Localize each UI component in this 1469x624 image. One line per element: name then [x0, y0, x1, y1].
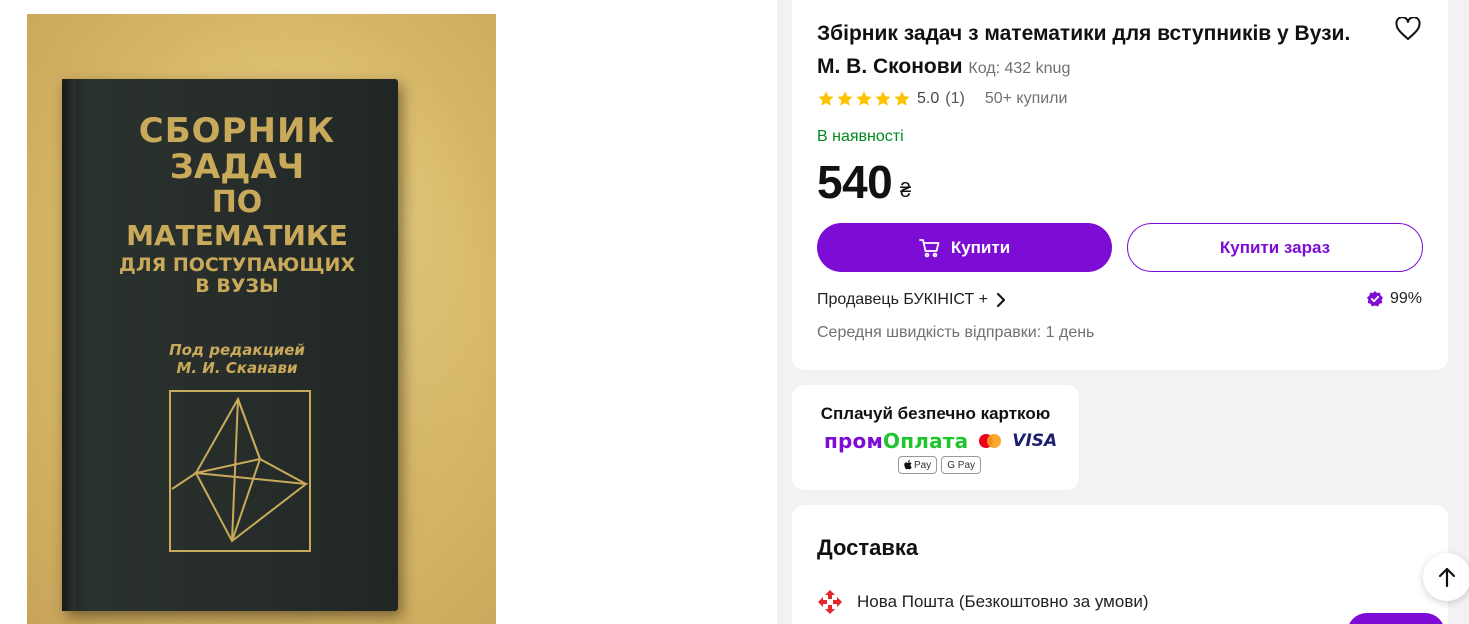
seller-score: 99% [1366, 290, 1422, 308]
prom-logo-part2: Оплата [883, 429, 969, 453]
star-icon [894, 91, 910, 106]
visa-logo: VISA [1012, 431, 1058, 451]
payment-card: Сплачуй безпечно карткою промОплата VISA… [792, 385, 1079, 490]
buy-now-button-label: Купити зараз [1219, 237, 1331, 257]
book-cover: СБОРНИК ЗАДАЧ ПО МАТЕМАТИКЕ ДЛЯ ПОСТУПАЮ… [62, 79, 398, 611]
star-icon [818, 91, 834, 106]
prom-logo-part1: пром [824, 429, 884, 453]
apple-pay-icon: Pay [898, 456, 938, 474]
cover-line: ПО [211, 185, 263, 220]
book-spine [62, 79, 76, 611]
delivery-card: Доставка Нова Пошта (Безкоштовно за умов… [792, 505, 1448, 624]
product-title-text: Збірник задач з математики для вступникі… [817, 22, 1351, 78]
price-value: 540 [817, 156, 893, 208]
arrow-up-icon [1438, 567, 1456, 588]
payment-title: Сплачуй безпечно карткою [820, 404, 1051, 423]
buy-now-button[interactable]: Купити зараз [1127, 223, 1423, 272]
google-pay-label: G Pay [947, 459, 976, 471]
seller-label: Продавець БУКІНІСТ + [817, 291, 988, 308]
shipping-speed: Середня швидкість відправки: 1 день [817, 324, 1095, 341]
star-icon [875, 91, 891, 106]
bought-count: 50+ купили [984, 90, 1068, 107]
prom-oplata-logo: промОплата [824, 429, 968, 453]
cover-editor-line: Под редакцией [169, 341, 305, 359]
delivery-title: Доставка [817, 535, 919, 560]
seller-link[interactable]: Продавець БУКІНІСТ + [817, 291, 1006, 309]
rating-count: (1) [945, 90, 965, 107]
apple-pay-label: Pay [914, 459, 932, 471]
payment-logos: промОплата VISA [824, 429, 1057, 453]
cart-icon [918, 238, 940, 257]
rating-stars [817, 90, 911, 108]
cover-line: ЗАДАЧ [169, 147, 305, 187]
product-code: Код: 432 knug [968, 59, 1071, 77]
stock-status: В наявності [817, 128, 904, 145]
product-title: Збірник задач з математики для вступникі… [817, 18, 1357, 83]
product-card: Збірник задач з математики для вступникі… [792, 0, 1448, 370]
seller-badge-icon [1367, 291, 1383, 307]
cover-line: СБОРНИК [138, 111, 336, 151]
mastercard-icon [979, 434, 1002, 448]
book-cover-editor: Под редакцией М. И. Сканави [92, 341, 382, 377]
nova-poshta-icon [818, 590, 842, 614]
star-icon [856, 91, 872, 106]
polyhedron-figure [169, 390, 311, 552]
delivery-option-nova-poshta[interactable]: Нова Пошта (Безкоштовно за умови) [817, 589, 1149, 615]
gallery-pane: СБОРНИК ЗАДАЧ ПО МАТЕМАТИКЕ ДЛЯ ПОСТУПАЮ… [0, 0, 777, 624]
buy-button[interactable]: Купити [817, 223, 1112, 272]
floating-action-button[interactable] [1347, 613, 1445, 624]
star-icon [837, 91, 853, 106]
google-pay-icon: G Pay [941, 456, 982, 474]
rating-value: 5.0 [917, 90, 940, 107]
cover-editor-line: М. И. Сканави [176, 359, 298, 377]
cover-line: В ВУЗЫ [195, 275, 279, 297]
chevron-right-icon [997, 293, 1005, 307]
seller-score-value: 99% [1390, 290, 1423, 307]
scroll-to-top-button[interactable] [1423, 553, 1469, 601]
cover-line: МАТЕМАТИКЕ [126, 219, 348, 252]
wallet-logos: Pay G Pay [898, 456, 982, 474]
product-photo[interactable]: СБОРНИК ЗАДАЧ ПО МАТЕМАТИКЕ ДЛЯ ПОСТУПАЮ… [27, 14, 496, 624]
nova-poshta-label: Нова Пошта (Безкоштовно за умови) [857, 592, 1149, 611]
cover-line: ДЛЯ ПОСТУПАЮЩИХ [118, 254, 356, 276]
rating-row[interactable]: 5.0 (1) 50+ купили [817, 90, 1067, 108]
buy-button-label: Купити [950, 237, 1011, 257]
heart-icon[interactable] [1395, 16, 1421, 41]
price-currency: ₴ [900, 180, 912, 202]
book-cover-title: СБОРНИК ЗАДАЧ ПО МАТЕМАТИКЕ ДЛЯ ПОСТУПАЮ… [92, 114, 382, 296]
